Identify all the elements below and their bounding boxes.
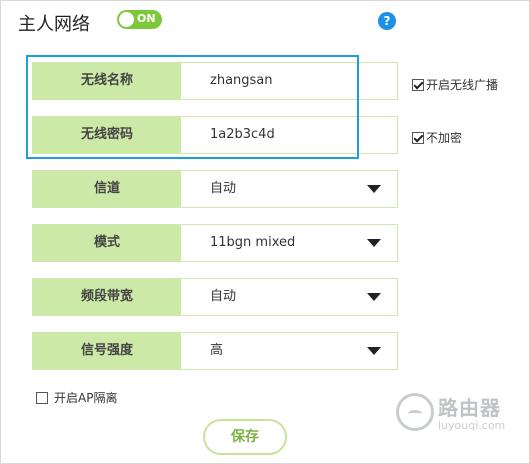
watermark: 路由器 luyouqi.com: [396, 392, 505, 432]
channel-label: 信道: [33, 171, 181, 207]
signal-strength-label: 信号强度: [33, 333, 181, 369]
mode-select[interactable]: 模式 11bgn mixed: [32, 224, 398, 262]
no-encrypt-checkbox[interactable]: 不加密: [412, 129, 462, 146]
save-button[interactable]: 保存: [203, 419, 287, 455]
bandwidth-value: 自动: [210, 289, 237, 304]
ap-isolation-checkbox[interactable]: 开启AP隔离: [36, 389, 117, 406]
help-icon[interactable]: ?: [378, 12, 396, 30]
watermark-url: luyouqi.com: [438, 419, 506, 432]
signal-strength-select[interactable]: 信号强度 高: [32, 332, 398, 370]
watermark-text: 路由器: [438, 396, 501, 420]
bandwidth-label: 频段带宽: [33, 279, 181, 315]
page-title: 主人网络: [18, 14, 90, 35]
chevron-down-icon[interactable]: [367, 239, 381, 247]
no-encrypt-checkbox-box[interactable]: [412, 131, 424, 144]
broadcast-checkbox[interactable]: 开启无线广播: [412, 76, 498, 93]
signal-strength-value: 高: [210, 343, 224, 358]
toggle-label: ON: [137, 12, 156, 25]
toggle-knob: [119, 12, 134, 27]
mode-value: 11bgn mixed: [210, 235, 296, 250]
broadcast-checkbox-box[interactable]: [412, 78, 424, 91]
channel-value: 自动: [210, 181, 237, 196]
broadcast-checkbox-label: 开启无线广播: [426, 78, 499, 92]
mode-label: 模式: [33, 225, 181, 261]
chevron-down-icon[interactable]: [367, 293, 381, 301]
chevron-down-icon[interactable]: [367, 347, 381, 355]
network-toggle[interactable]: ON: [117, 10, 162, 29]
router-logo-icon: [396, 393, 434, 431]
chevron-down-icon[interactable]: [367, 185, 381, 193]
ap-isolation-checkbox-box[interactable]: [36, 391, 48, 404]
no-encrypt-checkbox-label: 不加密: [426, 131, 463, 145]
bandwidth-select[interactable]: 频段带宽 自动: [32, 278, 398, 316]
ap-isolation-checkbox-label: 开启AP隔离: [54, 391, 118, 405]
highlight-box: [26, 55, 359, 159]
channel-select[interactable]: 信道 自动: [32, 170, 398, 208]
